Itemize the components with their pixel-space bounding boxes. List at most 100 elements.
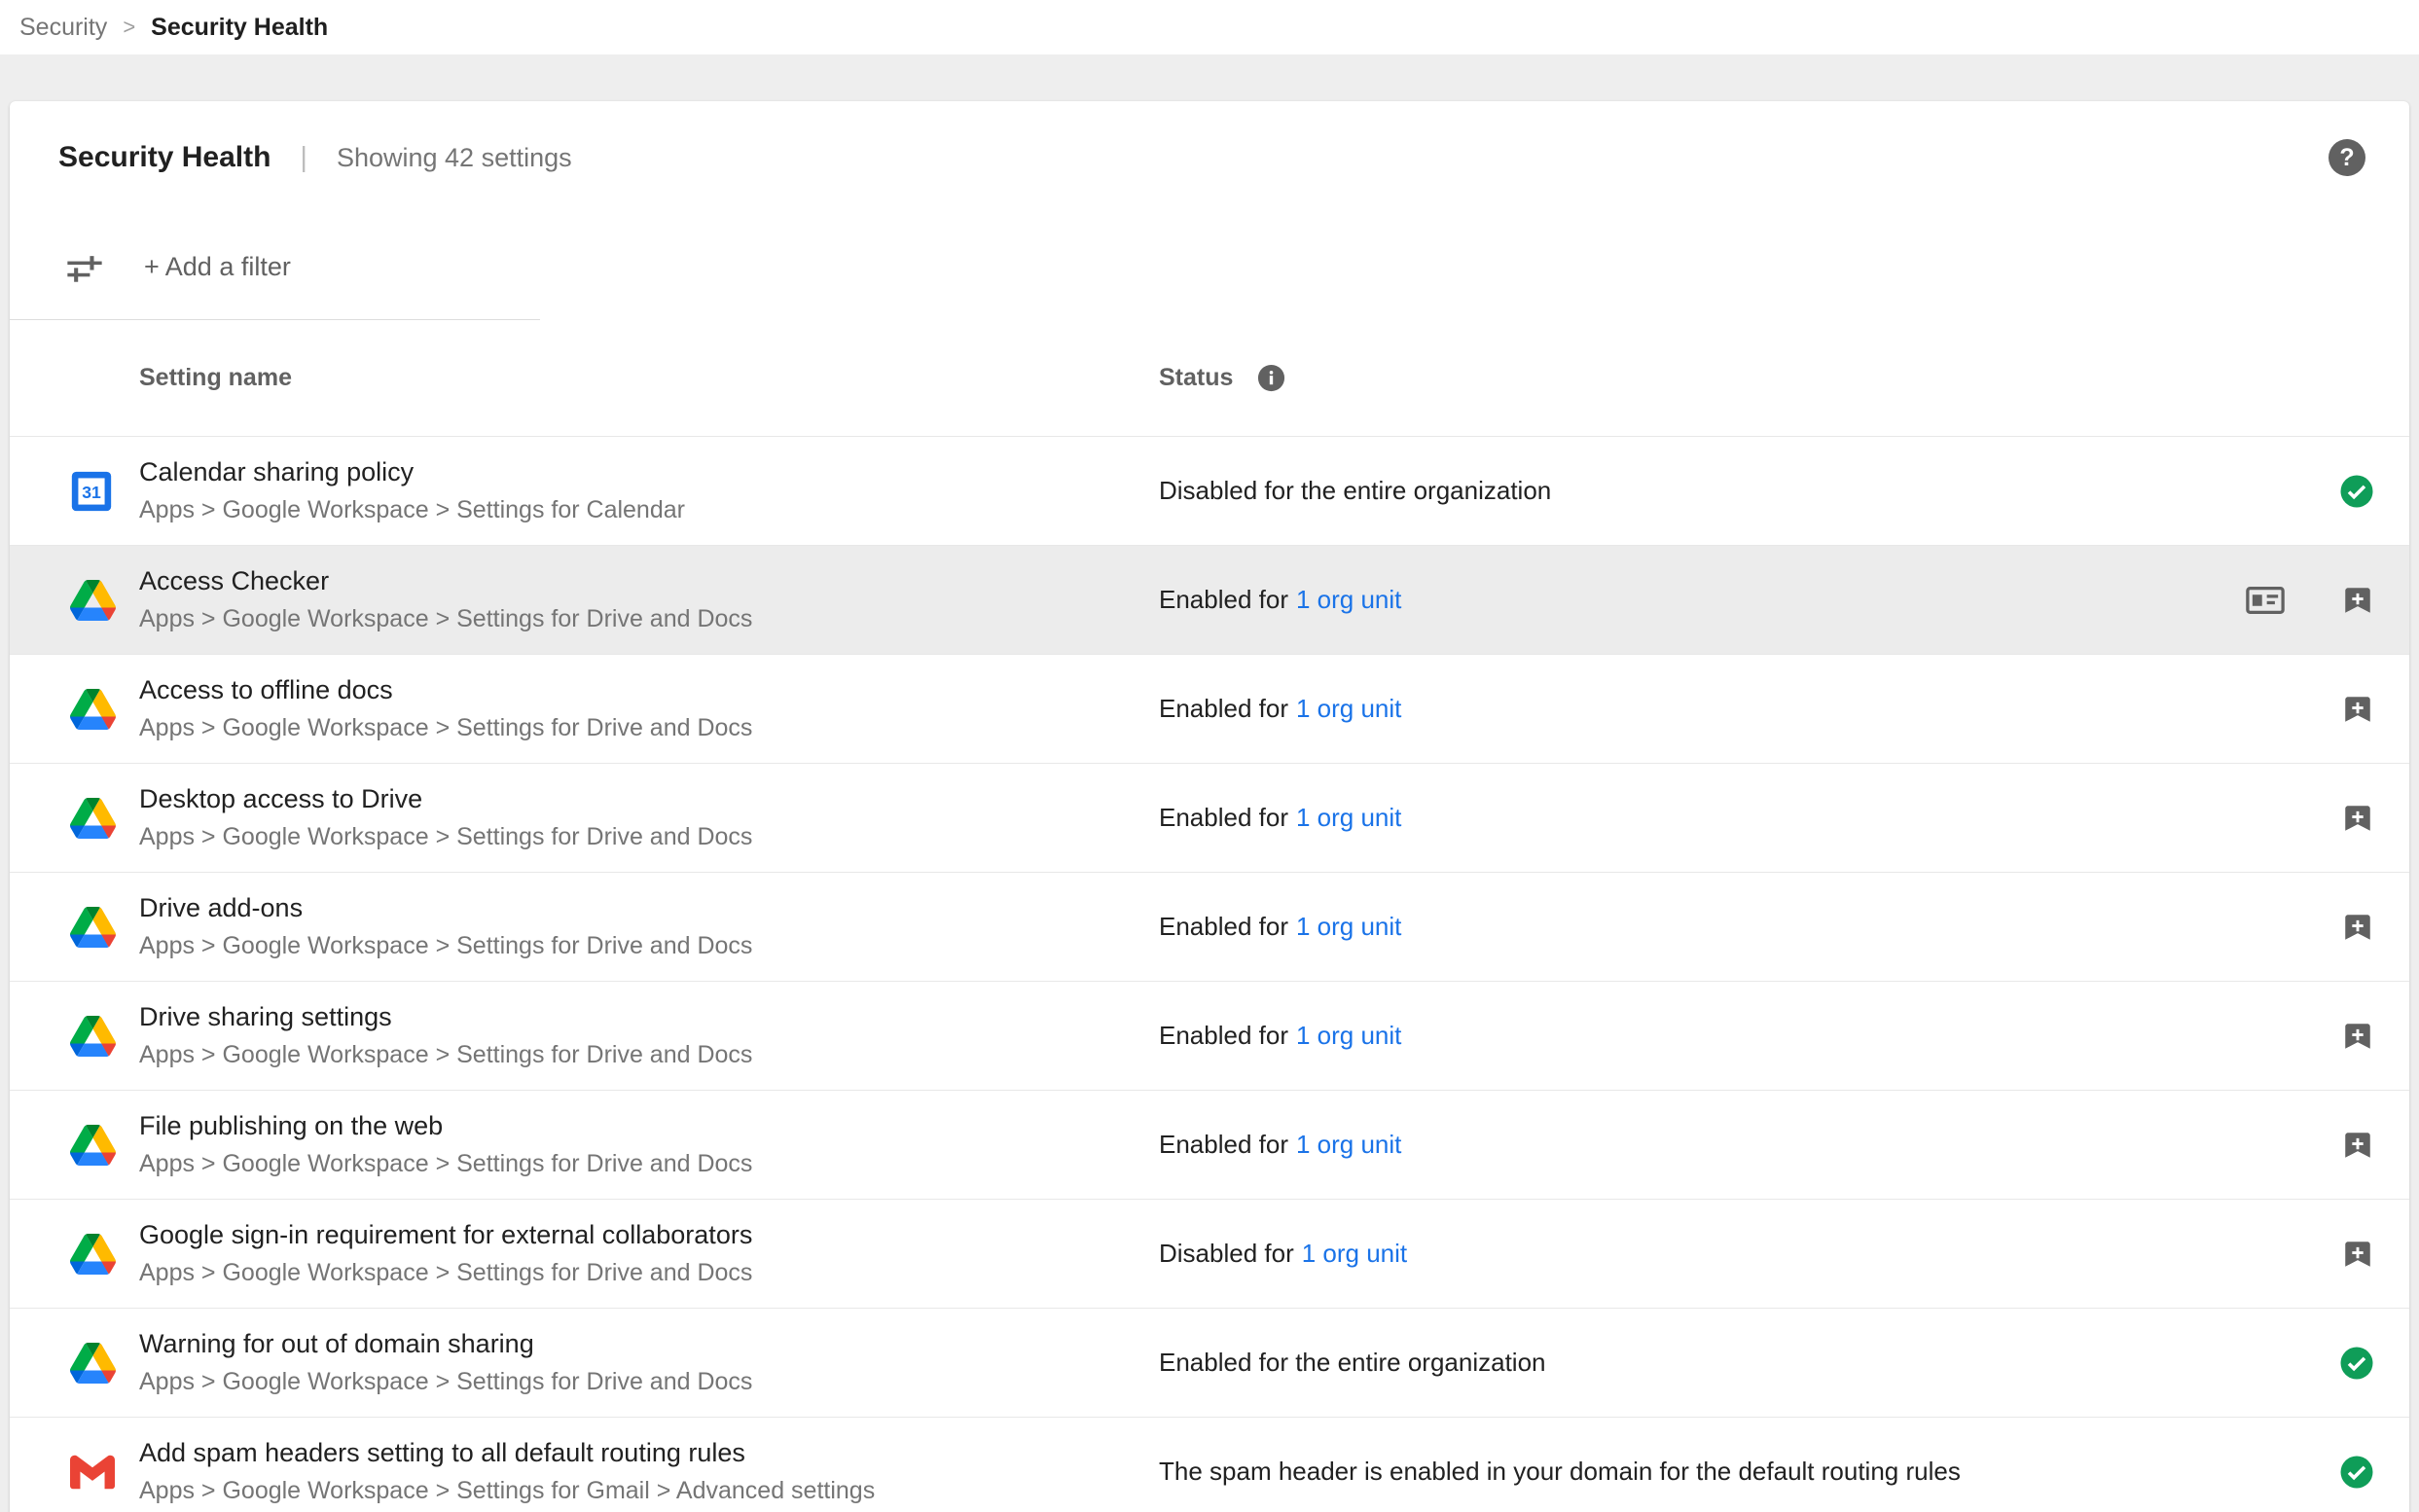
google-calendar-icon: 31 xyxy=(70,470,113,513)
setting-cell: Drive sharing settings Apps > Google Wor… xyxy=(139,1002,1159,1069)
table-row[interactable]: Add spam headers setting to all default … xyxy=(10,1418,2409,1512)
table-row[interactable]: Access Checker Apps > Google Workspace >… xyxy=(10,546,2409,655)
row-actions xyxy=(2341,802,2409,835)
table-row[interactable]: 31 Calendar sharing policy Apps > Google… xyxy=(10,437,2409,546)
org-unit-link[interactable]: 1 org unit xyxy=(1296,694,1401,723)
setting-name[interactable]: Warning for out of domain sharing xyxy=(139,1329,1159,1359)
app-icon-cell xyxy=(10,1234,139,1275)
breadcrumb-separator: > xyxy=(123,15,135,40)
gmail-icon xyxy=(70,1450,115,1494)
recommendation-flag-icon[interactable] xyxy=(2341,1238,2374,1271)
org-unit-link[interactable]: 1 org unit xyxy=(1296,912,1401,941)
google-drive-icon xyxy=(70,1125,116,1166)
setting-name[interactable]: Drive add-ons xyxy=(139,893,1159,923)
settings-list: 31 Calendar sharing policy Apps > Google… xyxy=(10,437,2409,1512)
setting-cell: File publishing on the web Apps > Google… xyxy=(139,1111,1159,1178)
setting-path: Apps > Google Workspace > Settings for C… xyxy=(139,496,1159,524)
google-drive-icon xyxy=(70,1343,116,1384)
breadcrumb-security-link[interactable]: Security xyxy=(19,14,107,42)
breadcrumb: Security > Security Health xyxy=(0,0,2419,54)
status-text: Enabled for xyxy=(1159,803,1288,832)
setting-cell: Google sign-in requirement for external … xyxy=(139,1220,1159,1287)
setting-name[interactable]: Access to offline docs xyxy=(139,675,1159,705)
setting-name[interactable]: Desktop access to Drive xyxy=(139,784,1159,814)
status-text: Enabled for the entire organization xyxy=(1159,1348,1546,1377)
security-health-card: Security Health | Showing 42 settings ? … xyxy=(10,101,2409,1512)
status-cell: Enabled for the entire organization xyxy=(1159,1348,2339,1378)
setting-path: Apps > Google Workspace > Settings for G… xyxy=(139,1477,1159,1505)
status-cell: Disabled for the entire organization xyxy=(1159,476,2339,506)
status-cell: Enabled for1 org unit xyxy=(1159,694,2341,724)
google-drive-icon xyxy=(70,1016,116,1057)
google-drive-icon xyxy=(70,689,116,730)
status-cell: The spam header is enabled in your domai… xyxy=(1159,1457,2339,1487)
google-drive-icon xyxy=(70,798,116,839)
status-text: Enabled for xyxy=(1159,1021,1288,1050)
setting-name[interactable]: File publishing on the web xyxy=(139,1111,1159,1141)
recommendation-flag-icon[interactable] xyxy=(2341,911,2374,944)
add-filter-button[interactable]: + Add a filter xyxy=(144,252,291,282)
setting-cell: Access to offline docs Apps > Google Wor… xyxy=(139,675,1159,742)
setting-path: Apps > Google Workspace > Settings for D… xyxy=(139,1041,1159,1069)
setting-path: Apps > Google Workspace > Settings for D… xyxy=(139,714,1159,742)
setting-cell: Desktop access to Drive Apps > Google Wo… xyxy=(139,784,1159,851)
setting-name[interactable]: Google sign-in requirement for external … xyxy=(139,1220,1159,1250)
status-cell: Disabled for 1 org unit xyxy=(1159,1239,2341,1269)
help-icon[interactable]: ? xyxy=(2329,139,2365,176)
setting-path: Apps > Google Workspace > Settings for D… xyxy=(139,823,1159,851)
recommendation-flag-icon[interactable] xyxy=(2341,1129,2374,1162)
table-row[interactable]: Warning for out of domain sharing Apps >… xyxy=(10,1309,2409,1418)
setting-name[interactable]: Add spam headers setting to all default … xyxy=(139,1438,1159,1468)
status-info-icon[interactable] xyxy=(1256,363,1286,393)
table-row[interactable]: Desktop access to Drive Apps > Google Wo… xyxy=(10,764,2409,873)
app-icon-cell xyxy=(10,1450,139,1494)
row-actions xyxy=(2341,1020,2409,1053)
recommendation-flag-icon[interactable] xyxy=(2341,584,2374,617)
org-unit-link[interactable]: 1 org unit xyxy=(1296,1021,1401,1050)
status-text: Disabled for xyxy=(1159,1239,1294,1268)
recommendation-flag-icon[interactable] xyxy=(2341,1020,2374,1053)
org-unit-link[interactable]: 1 org unit xyxy=(1296,803,1401,832)
status-text: Enabled for xyxy=(1159,585,1288,614)
row-actions xyxy=(2341,911,2409,944)
status-cell: Enabled for 1 org unit xyxy=(1159,1021,2341,1051)
table-row[interactable]: Drive add-ons Apps > Google Workspace > … xyxy=(10,873,2409,982)
org-unit-link[interactable]: 1 org unit xyxy=(1302,1239,1407,1268)
setting-path: Apps > Google Workspace > Settings for D… xyxy=(139,932,1159,960)
status-cell: Enabled for 1 org unit xyxy=(1159,585,2246,615)
table-row[interactable]: File publishing on the web Apps > Google… xyxy=(10,1091,2409,1200)
setting-path: Apps > Google Workspace > Settings for D… xyxy=(139,1368,1159,1396)
setting-cell: Drive add-ons Apps > Google Workspace > … xyxy=(139,893,1159,960)
setting-cell: Calendar sharing policy Apps > Google Wo… xyxy=(139,457,1159,524)
google-drive-icon xyxy=(70,1234,116,1275)
setting-path: Apps > Google Workspace > Settings for D… xyxy=(139,1150,1159,1178)
row-actions xyxy=(2341,1238,2409,1271)
recommendation-flag-icon[interactable] xyxy=(2341,693,2374,726)
column-setting-name: Setting name xyxy=(10,364,1159,392)
status-cell: Enabled for 1 org unit xyxy=(1159,803,2341,833)
org-units-assigned-icon[interactable] xyxy=(2246,587,2285,614)
recommendation-flag-icon[interactable] xyxy=(2341,802,2374,835)
setting-name[interactable]: Drive sharing settings xyxy=(139,1002,1159,1032)
org-unit-link[interactable]: 1 org unit xyxy=(1296,1130,1401,1159)
app-icon-cell xyxy=(10,689,139,730)
setting-path: Apps > Google Workspace > Settings for D… xyxy=(139,605,1159,633)
setting-name[interactable]: Access Checker xyxy=(139,566,1159,596)
setting-name[interactable]: Calendar sharing policy xyxy=(139,457,1159,487)
filter-bar: + Add a filter xyxy=(10,214,2409,319)
filter-icon[interactable] xyxy=(66,250,103,283)
org-unit-link[interactable]: 1 org unit xyxy=(1296,585,1401,614)
setting-cell: Add spam headers setting to all default … xyxy=(139,1438,1159,1505)
row-actions xyxy=(2339,474,2409,509)
status-ok-icon xyxy=(2339,474,2374,509)
page-title: Security Health xyxy=(58,141,271,174)
svg-text:31: 31 xyxy=(82,483,101,502)
column-status: Status xyxy=(1159,364,1233,392)
table-row[interactable]: Access to offline docs Apps > Google Wor… xyxy=(10,655,2409,764)
setting-path: Apps > Google Workspace > Settings for D… xyxy=(139,1259,1159,1287)
table-row[interactable]: Google sign-in requirement for external … xyxy=(10,1200,2409,1309)
table-header: Setting name Status xyxy=(10,320,2409,437)
status-text: The spam header is enabled in your domai… xyxy=(1159,1457,1961,1486)
app-icon-cell xyxy=(10,798,139,839)
table-row[interactable]: Drive sharing settings Apps > Google Wor… xyxy=(10,982,2409,1091)
